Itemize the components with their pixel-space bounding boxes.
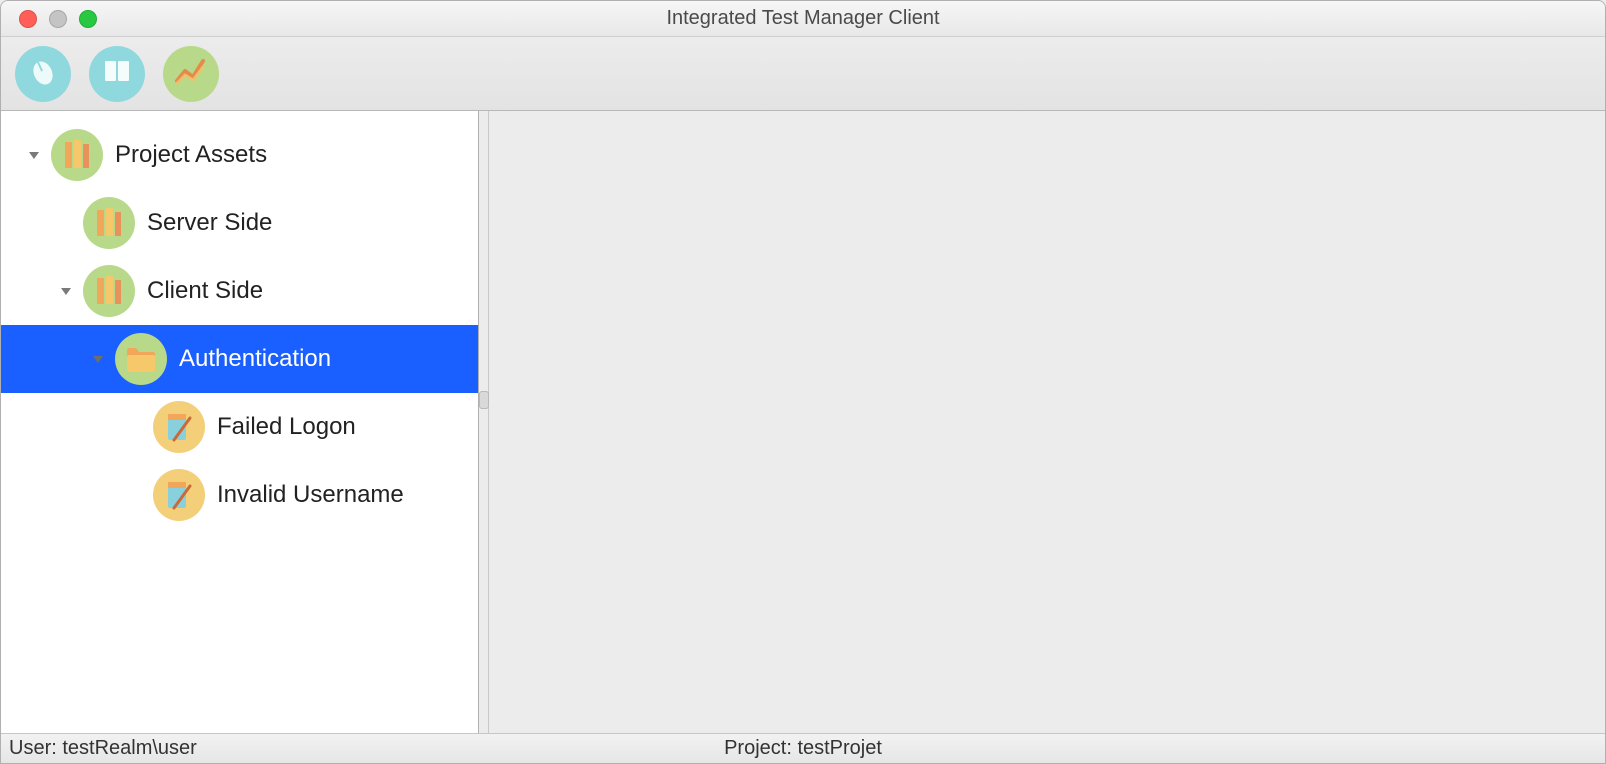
toolbar-button-record[interactable] [15,46,71,102]
toolbar-button-docs[interactable] [89,46,145,102]
project-tree[interactable]: Project Assets Server Side [1,111,479,733]
tree-node-invalid-username[interactable]: Invalid Username [1,461,478,529]
book-icon [100,54,134,93]
tree-node-label: Failed Logon [217,413,356,441]
tree-node-label: Client Side [147,277,263,305]
tree-node-project-assets[interactable]: Project Assets [1,121,478,189]
test-icon [153,469,205,521]
toolbar-button-reports[interactable] [163,46,219,102]
folder-icon [115,333,167,385]
disclosure-triangle-icon[interactable] [25,146,43,164]
main-split: Project Assets Server Side [1,111,1605,733]
toolbar [1,37,1605,111]
close-window-button[interactable] [19,10,37,28]
tree-node-label: Project Assets [115,141,267,169]
tree-node-authentication[interactable]: Authentication [1,325,478,393]
chart-icon [173,53,209,94]
disclosure-triangle-icon[interactable] [57,282,75,300]
status-project: Project: testProjet [724,737,882,760]
status-user: User: testRealm\user [9,737,197,760]
titlebar: Integrated Test Manager Client [1,1,1605,37]
zoom-window-button[interactable] [79,10,97,28]
tree-node-label: Invalid Username [217,481,404,509]
library-icon [51,129,103,181]
tree-node-failed-logon[interactable]: Failed Logon [1,393,478,461]
tree-node-server-side[interactable]: Server Side [1,189,478,257]
disclosure-triangle-icon[interactable] [89,350,107,368]
content-pane [489,111,1605,733]
tree-node-label: Authentication [179,345,331,373]
library-icon [83,265,135,317]
library-icon [83,197,135,249]
window-title: Integrated Test Manager Client [1,7,1605,30]
split-handle[interactable] [479,111,489,733]
tree-node-label: Server Side [147,209,272,237]
app-window: Integrated Test Manager Client [0,0,1606,764]
minimize-window-button[interactable] [49,10,67,28]
traffic-lights [1,10,97,28]
test-icon [153,401,205,453]
mouse-icon [27,55,59,92]
statusbar: User: testRealm\user Project: testProjet [1,733,1605,763]
tree-node-client-side[interactable]: Client Side [1,257,478,325]
